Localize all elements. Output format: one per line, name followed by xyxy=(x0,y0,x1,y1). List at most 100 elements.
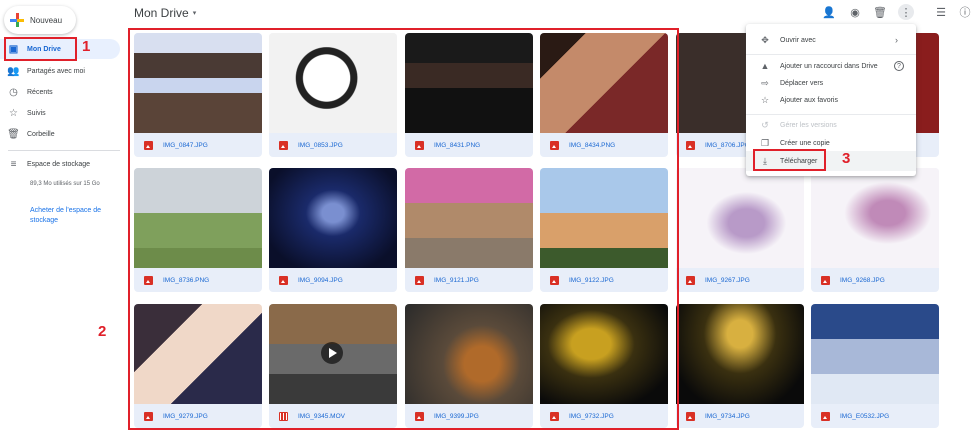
file-card[interactable]: IMG_9267.JPG xyxy=(676,168,804,292)
menu-item-download[interactable]: ⤓ Télécharger xyxy=(746,151,916,171)
file-card[interactable]: IMG_8434.PNG xyxy=(540,33,668,157)
file-name: IMG_E0532.JPG xyxy=(840,412,890,420)
sidebar-item-storage[interactable]: ≡ Espace de stockage xyxy=(0,154,120,174)
move-to-icon: ⇨ xyxy=(761,77,769,88)
info-icon[interactable]: ⓘ xyxy=(958,5,972,19)
file-name: IMG_9732.JPG xyxy=(569,412,614,420)
image-file-icon xyxy=(279,275,288,285)
help-icon[interactable]: ? xyxy=(894,61,904,71)
file-name: IMG_8431.PNG xyxy=(434,141,481,149)
file-card[interactable]: IMG_9122.JPG xyxy=(540,168,668,292)
trash-icon[interactable]: 🗑 xyxy=(873,5,887,19)
file-card[interactable]: IMG_8736.PNG xyxy=(134,168,262,292)
eye-icon[interactable]: ◉ xyxy=(848,5,862,19)
file-name: IMG_8434.PNG xyxy=(569,141,616,149)
play-icon[interactable] xyxy=(321,342,343,364)
sidebar-item-label: Mon Drive xyxy=(27,45,61,53)
file-card[interactable]: IMG_E0532.JPG xyxy=(811,304,939,428)
menu-item-manage-versions: ↺ Gérer les versions xyxy=(746,115,916,135)
menu-item-label: Ouvrir avec xyxy=(780,36,816,44)
star-icon: ☆ xyxy=(760,94,770,105)
file-name: IMG_9268.JPG xyxy=(840,276,885,284)
image-file-icon xyxy=(279,140,288,150)
shared-icon: 👥 xyxy=(7,65,20,77)
clock-icon: ◷ xyxy=(9,86,18,98)
file-thumbnail xyxy=(405,304,533,404)
image-file-icon xyxy=(144,411,153,421)
file-thumbnail xyxy=(269,304,397,404)
menu-item-make-copy[interactable]: ❐ Créer une copie xyxy=(746,133,916,153)
sidebar: Nouveau ▣ Mon Drive 👥 Partagés avec moi … xyxy=(0,0,122,435)
more-vert-icon[interactable]: ⋮ xyxy=(898,4,914,20)
file-card[interactable]: IMG_9094.JPG xyxy=(269,168,397,292)
new-button[interactable]: Nouveau xyxy=(4,6,76,34)
sidebar-item-label: Partagés avec moi xyxy=(27,67,85,75)
sidebar-item-trash[interactable]: 🗑 Corbeille xyxy=(0,124,120,144)
file-card[interactable]: IMG_9734.JPG xyxy=(676,304,804,428)
page-title[interactable]: Mon Drive ▾ xyxy=(134,6,196,20)
file-card[interactable]: IMG_9121.JPG xyxy=(405,168,533,292)
storage-usage-text: 89,3 Mo utilisés sur 15 Go xyxy=(30,181,100,187)
file-card[interactable]: IMG_9399.JPG xyxy=(405,304,533,428)
file-name: IMG_9121.JPG xyxy=(434,276,479,284)
file-name: IMG_8706.JPG xyxy=(705,141,750,149)
file-name: IMG_8736.PNG xyxy=(163,276,210,284)
menu-item-open-with[interactable]: ✥ Ouvrir avec › xyxy=(746,30,916,50)
sidebar-item-my-drive[interactable]: ▣ Mon Drive xyxy=(0,39,120,59)
menu-item-label: Déplacer vers xyxy=(780,79,824,87)
buy-storage-link[interactable]: Acheter de l'espace de stockage xyxy=(30,206,118,226)
file-card[interactable]: IMG_0847.JPG xyxy=(134,33,262,157)
image-file-icon xyxy=(144,140,153,150)
annotation-number-1: 1 xyxy=(82,38,91,55)
star-icon: ☆ xyxy=(9,107,18,119)
file-name: IMG_9734.JPG xyxy=(705,412,750,420)
sidebar-item-starred[interactable]: ☆ Suivis xyxy=(0,103,120,123)
image-file-icon xyxy=(686,411,695,421)
image-file-icon xyxy=(686,140,695,150)
file-thumbnail xyxy=(676,304,804,404)
image-file-icon xyxy=(821,411,830,421)
file-name: IMG_9094.JPG xyxy=(298,276,343,284)
image-file-icon xyxy=(821,275,830,285)
file-thumbnail xyxy=(811,304,939,404)
image-file-icon xyxy=(415,275,424,285)
download-icon: ⤓ xyxy=(763,155,767,166)
file-thumbnail xyxy=(405,33,533,133)
file-name: IMG_0853.JPG xyxy=(298,141,343,149)
sidebar-item-label: Corbeille xyxy=(27,130,55,138)
sidebar-item-shared[interactable]: 👥 Partagés avec moi xyxy=(0,61,120,81)
file-thumbnail xyxy=(405,168,533,268)
drive-shortcut-icon: ▲ xyxy=(760,61,770,71)
file-card[interactable]: IMG_0853.JPG xyxy=(269,33,397,157)
my-drive-icon: ▣ xyxy=(8,43,19,55)
file-name: IMG_9279.JPG xyxy=(163,412,208,420)
sidebar-item-label: Suivis xyxy=(27,109,46,117)
sidebar-item-recent[interactable]: ◷ Récents xyxy=(0,82,120,102)
copy-icon: ❐ xyxy=(760,137,770,148)
file-name: IMG_9122.JPG xyxy=(569,276,614,284)
file-card[interactable]: IMG_8431.PNG xyxy=(405,33,533,157)
menu-item-label: Gérer les versions xyxy=(780,121,837,129)
page-title-text: Mon Drive xyxy=(134,6,189,20)
file-card[interactable]: IMG_9732.JPG xyxy=(540,304,668,428)
menu-item-add-favorites[interactable]: ☆ Ajouter aux favoris xyxy=(746,90,916,110)
chevron-right-icon: › xyxy=(895,35,898,45)
image-file-icon xyxy=(550,411,559,421)
file-card[interactable]: IMG_9268.JPG xyxy=(811,168,939,292)
image-file-icon xyxy=(144,275,153,285)
file-name: IMG_9399.JPG xyxy=(434,412,479,420)
list-view-icon[interactable]: ☰ xyxy=(934,5,948,19)
chevron-down-icon: ▾ xyxy=(192,10,197,17)
sidebar-item-label: Espace de stockage xyxy=(27,160,91,168)
add-person-icon[interactable]: 👤 xyxy=(822,5,836,19)
file-card[interactable]: IMG_9345.MOV xyxy=(269,304,397,428)
file-name: IMG_9345.MOV xyxy=(298,412,345,420)
image-file-icon xyxy=(550,140,559,150)
file-name: IMG_0847.JPG xyxy=(163,141,208,149)
new-button-label: Nouveau xyxy=(30,15,63,25)
file-card[interactable]: IMG_9279.JPG xyxy=(134,304,262,428)
menu-item-label: Ajouter un raccourci dans Drive xyxy=(780,62,878,70)
storage-icon: ≡ xyxy=(10,158,17,170)
menu-item-label: Télécharger xyxy=(780,157,818,165)
file-name: IMG_9267.JPG xyxy=(705,276,750,284)
